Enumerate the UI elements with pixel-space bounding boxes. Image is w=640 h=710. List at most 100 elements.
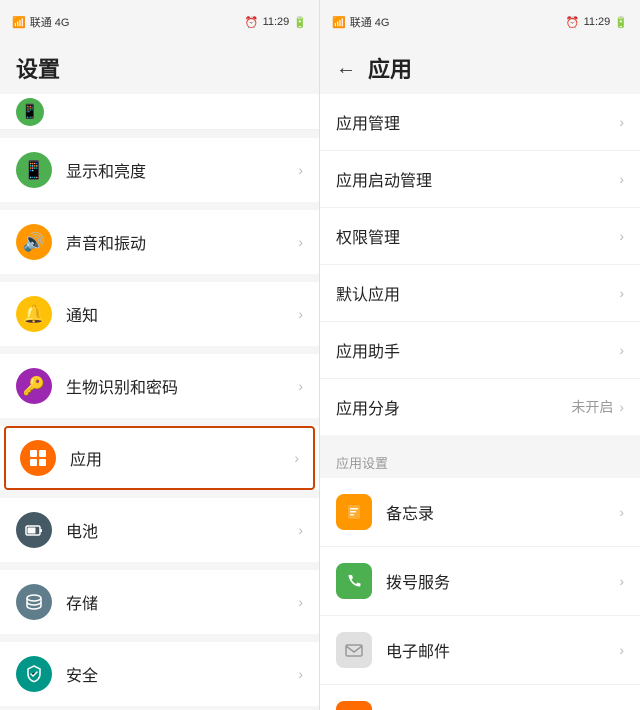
phone-svg-icon xyxy=(344,571,364,591)
display-chevron: › xyxy=(298,162,303,178)
right-signal-text: 联通 4G xyxy=(350,14,390,30)
right-battery-icon: 🔋 xyxy=(614,16,628,29)
permission-label: 权限管理 xyxy=(336,224,619,248)
apps-settings-section-header: 应用设置 xyxy=(320,443,640,478)
right-item-app-startup[interactable]: 应用启动管理 › xyxy=(320,151,640,208)
app-assistant-label: 应用助手 xyxy=(336,338,619,362)
memo-icon xyxy=(336,494,372,530)
group-security: 安全 › xyxy=(0,642,319,706)
right-title: 应用 xyxy=(368,52,412,84)
battery-circle-icon xyxy=(16,512,52,548)
battery-label: 电池 xyxy=(66,518,298,542)
group-biometric: 🔑 生物识别和密码 › xyxy=(0,354,319,418)
display-icon: 📱 xyxy=(16,152,52,188)
email-svg-icon xyxy=(344,640,364,660)
battery-icon: 🔋 xyxy=(293,16,307,29)
group-storage: 存储 › xyxy=(0,570,319,634)
settings-item-apps[interactable]: 应用 › xyxy=(4,426,315,490)
group-sound: 🔊 声音和振动 › xyxy=(0,210,319,274)
apps-chevron: › xyxy=(294,450,299,466)
battery-svg-icon xyxy=(24,520,44,540)
back-button[interactable]: ← xyxy=(336,57,356,80)
signal-icon: 📶 xyxy=(12,16,26,29)
right-signal-icon: 📶 xyxy=(332,16,346,29)
apps-main-group: 应用管理 › 应用启动管理 › 权限管理 › 默认应用 › 应用助手 › 应用分… xyxy=(320,94,640,435)
phone-chevron: › xyxy=(619,573,624,589)
settings-title: 设置 xyxy=(0,44,319,94)
default-app-chevron: › xyxy=(619,285,624,301)
right-signal: 📶 联通 4G xyxy=(332,14,389,30)
group-apps: 应用 › xyxy=(0,426,319,490)
right-item-app-manage[interactable]: 应用管理 › xyxy=(320,94,640,151)
right-item-permission[interactable]: 权限管理 › xyxy=(320,208,640,265)
left-panel: 📶 联通 4G ⏰ 11:29 🔋 设置 📱 📱 显示和亮度 › xyxy=(0,0,320,710)
apps-label: 应用 xyxy=(70,446,294,470)
left-signal: 📶 联通 4G xyxy=(12,14,69,30)
app-assistant-chevron: › xyxy=(619,342,624,358)
partial-icon: 📱 xyxy=(16,98,44,126)
security-chevron: › xyxy=(298,666,303,682)
left-time: 11:29 xyxy=(263,16,290,28)
apps-icon xyxy=(20,440,56,476)
left-status-bar: 📶 联通 4G ⏰ 11:29 🔋 xyxy=(0,0,319,44)
partial-group: 📱 xyxy=(0,94,319,130)
settings-item-sound[interactable]: 🔊 声音和振动 › xyxy=(0,210,319,274)
right-status-bar: 📶 联通 4G ⏰ 11:29 🔋 xyxy=(320,0,640,44)
right-item-video[interactable]: 华为视频 › xyxy=(320,685,640,710)
notification-chevron: › xyxy=(298,306,303,322)
right-header: ← 应用 xyxy=(320,44,640,94)
phone-label: 拨号服务 xyxy=(386,569,619,593)
permission-chevron: › xyxy=(619,228,624,244)
group-battery: 电池 › xyxy=(0,498,319,562)
memo-svg-icon xyxy=(344,502,364,522)
app-startup-chevron: › xyxy=(619,171,624,187)
default-app-label: 默认应用 xyxy=(336,281,619,305)
app-clone-label: 应用分身 xyxy=(336,395,571,419)
right-time-battery: ⏰ 11:29 🔋 xyxy=(566,16,628,29)
storage-svg-icon xyxy=(24,592,44,612)
right-item-app-clone[interactable]: 应用分身 未开启 › xyxy=(320,379,640,435)
right-list: 应用管理 › 应用启动管理 › 权限管理 › 默认应用 › 应用助手 › 应用分… xyxy=(320,94,640,710)
settings-item-battery[interactable]: 电池 › xyxy=(0,498,319,562)
partial-item: 📱 xyxy=(0,94,319,130)
security-icon xyxy=(16,656,52,692)
apps-settings-group: 备忘录 › 拨号服务 › 电子邮件 xyxy=(320,478,640,710)
right-item-email[interactable]: 电子邮件 › xyxy=(320,616,640,685)
app-clone-value: 未开启 xyxy=(571,397,613,417)
right-item-memo[interactable]: 备忘录 › xyxy=(320,478,640,547)
notification-label: 通知 xyxy=(66,302,298,326)
app-clone-chevron: › xyxy=(619,399,624,415)
settings-item-notification[interactable]: 🔔 通知 › xyxy=(0,282,319,346)
right-item-app-assistant[interactable]: 应用助手 › xyxy=(320,322,640,379)
right-panel: 📶 联通 4G ⏰ 11:29 🔋 ← 应用 应用管理 › 应用启动管理 › 权… xyxy=(320,0,640,710)
app-manage-chevron: › xyxy=(619,114,624,130)
right-item-default-app[interactable]: 默认应用 › xyxy=(320,265,640,322)
settings-item-security[interactable]: 安全 › xyxy=(0,642,319,706)
battery-chevron: › xyxy=(298,522,303,538)
email-chevron: › xyxy=(619,642,624,658)
sound-chevron: › xyxy=(298,234,303,250)
email-icon xyxy=(336,632,372,668)
signal-text: 联通 4G xyxy=(30,14,70,30)
alarm-icon: ⏰ xyxy=(245,16,259,29)
notification-icon: 🔔 xyxy=(16,296,52,332)
storage-label: 存储 xyxy=(66,590,298,614)
email-label: 电子邮件 xyxy=(386,638,619,662)
settings-item-storage[interactable]: 存储 › xyxy=(0,570,319,634)
storage-icon xyxy=(16,584,52,620)
group-display-sound: 📱 显示和亮度 › xyxy=(0,138,319,202)
right-alarm-icon: ⏰ xyxy=(566,16,580,29)
app-startup-label: 应用启动管理 xyxy=(336,167,619,191)
settings-item-display[interactable]: 📱 显示和亮度 › xyxy=(0,138,319,202)
security-svg-icon xyxy=(24,664,44,684)
settings-item-biometric[interactable]: 🔑 生物识别和密码 › xyxy=(0,354,319,418)
sound-icon: 🔊 xyxy=(16,224,52,260)
biometric-label: 生物识别和密码 xyxy=(66,374,298,398)
video-icon xyxy=(336,701,372,710)
right-item-phone[interactable]: 拨号服务 › xyxy=(320,547,640,616)
phone-icon xyxy=(336,563,372,599)
security-label: 安全 xyxy=(66,662,298,686)
memo-label: 备忘录 xyxy=(386,500,619,524)
memo-chevron: › xyxy=(619,504,624,520)
settings-list: 📱 📱 显示和亮度 › 🔊 声音和振动 › 🔔 通知 › xyxy=(0,94,319,710)
